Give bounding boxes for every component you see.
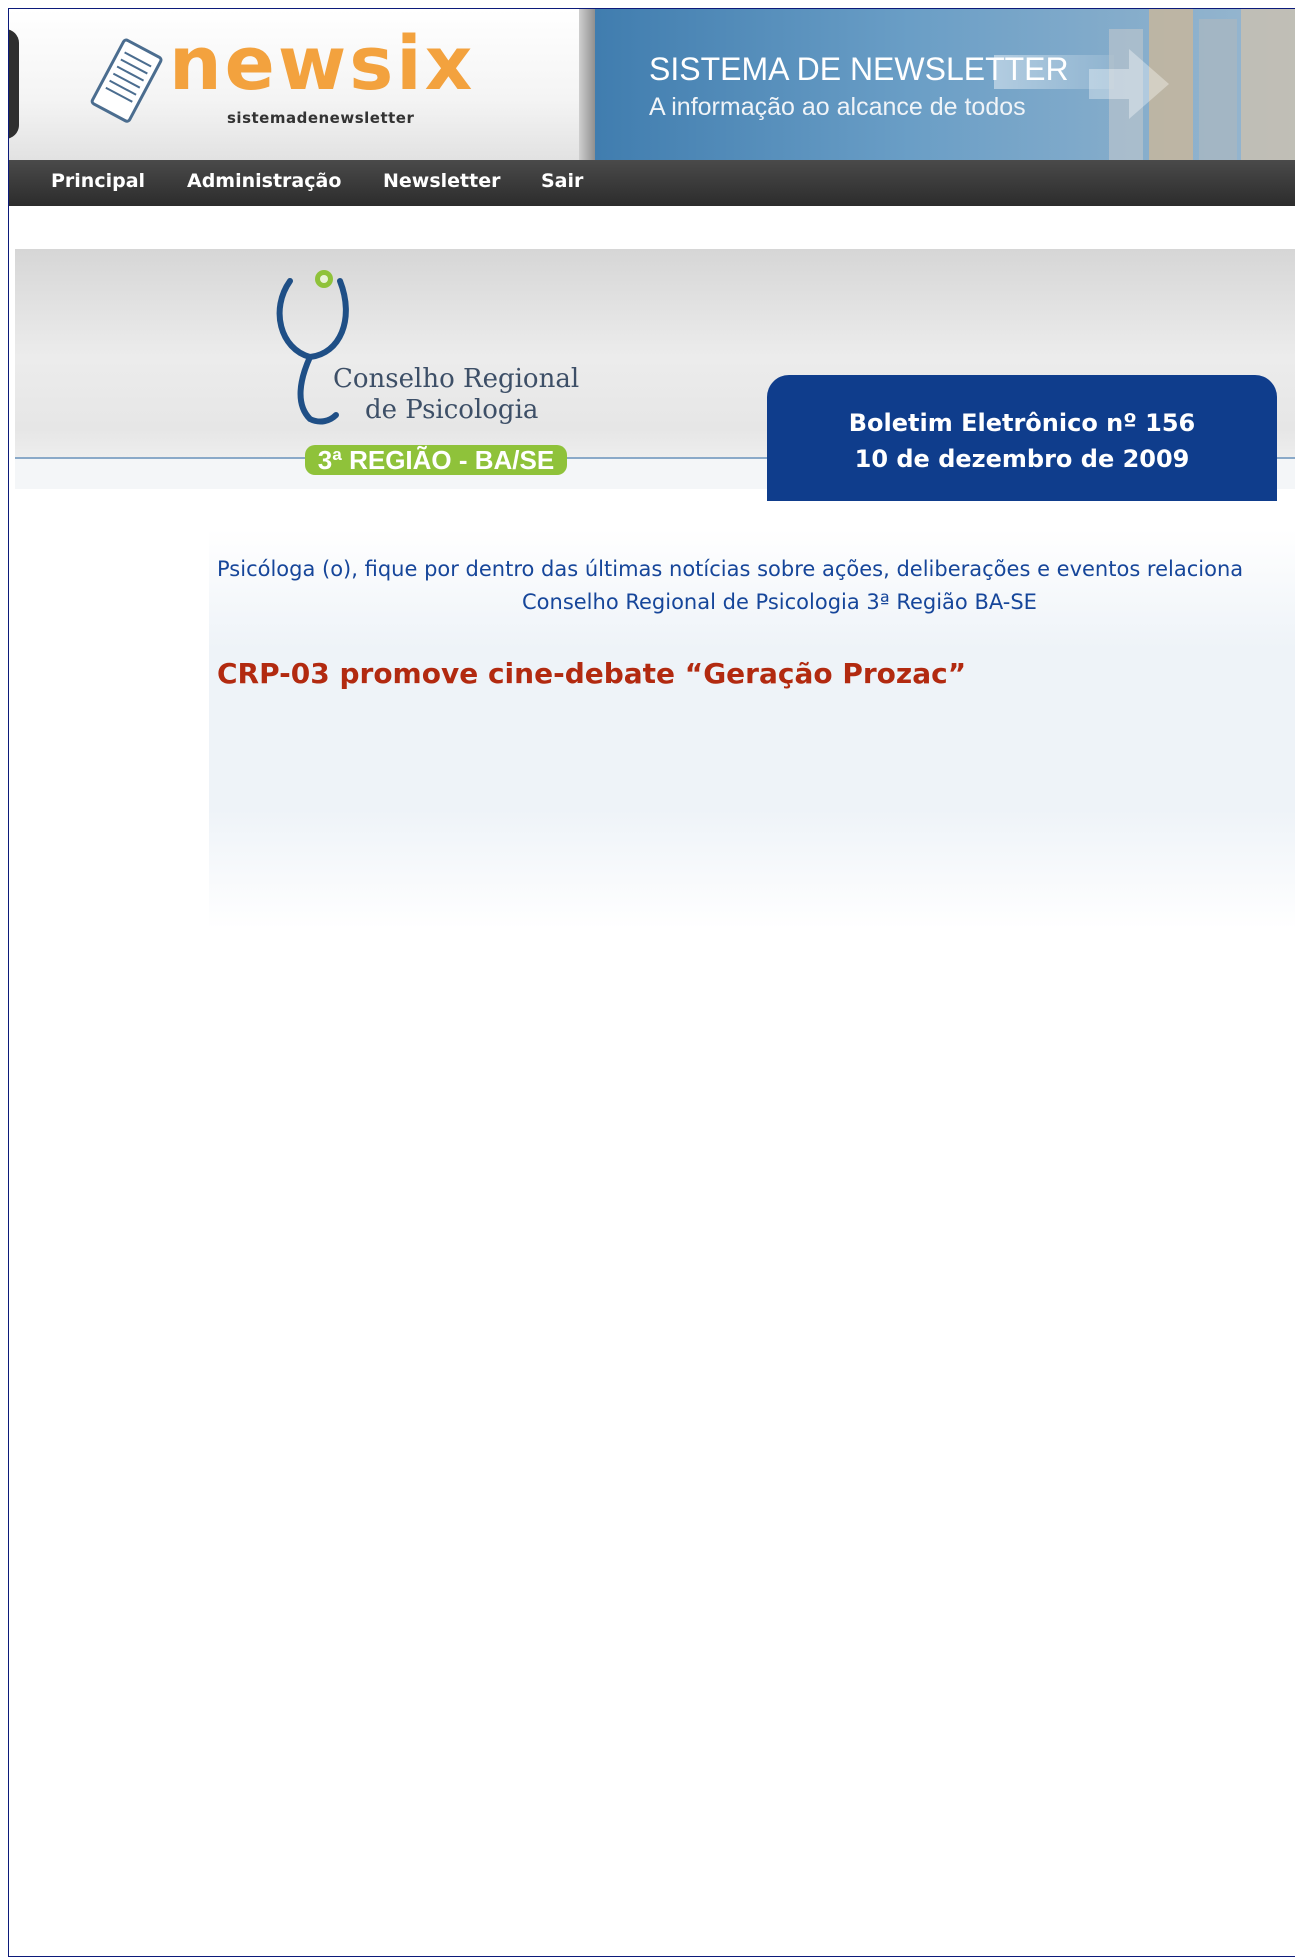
bulletin-info-box: Boletim Eletrônico nº 156 10 de dezembro… [767,375,1277,501]
intro-line-2: Conselho Regional de Psicologia 3ª Regiã… [522,590,1037,614]
system-title: SISTEMA DE NEWSLETTER [649,51,1069,87]
nav-administracao[interactable]: Administração [187,172,341,191]
org-name-line2: de Psicologia [365,395,539,425]
nav-principal[interactable]: Principal [51,172,145,191]
news-headline[interactable]: CRP-03 promove cine-debate “Geração Proz… [217,657,966,690]
system-subtitle: A informação ao alcance de todos [649,93,1026,121]
bulletin-title: Boletim Eletrônico nº 156 [848,409,1196,437]
nav-newsletter[interactable]: Newsletter [383,172,500,191]
header-banner: newsix sistemadenewsletter SISTEMA DE NE… [9,9,1295,160]
intro-text: Psicóloga (o), fique por dentro das últi… [217,553,1295,619]
org-region-badge: 3ª REGIÃO - BA/SE [305,445,567,475]
buildings-image [1089,9,1295,160]
brand-panel: newsix sistemadenewsletter [9,9,595,160]
page-frame: newsix sistemadenewsletter SISTEMA DE NE… [8,8,1295,1957]
org-name-line1: Conselho Regional [333,364,580,394]
org-name: Conselho Regional de Psicologia [333,364,579,426]
intro-line-1: Psicóloga (o), fique por dentro das últi… [217,557,1244,581]
bulletin-date: 10 de dezembro de 2009 [854,445,1190,473]
main-nav: Principal Administração Newsletter Sair [9,160,1295,206]
nav-sair[interactable]: Sair [541,172,583,191]
brand-logo-text: newsix [169,21,476,107]
brand-tagline: sistemadenewsletter [227,109,415,127]
newsletter-paper-icon [90,38,163,123]
